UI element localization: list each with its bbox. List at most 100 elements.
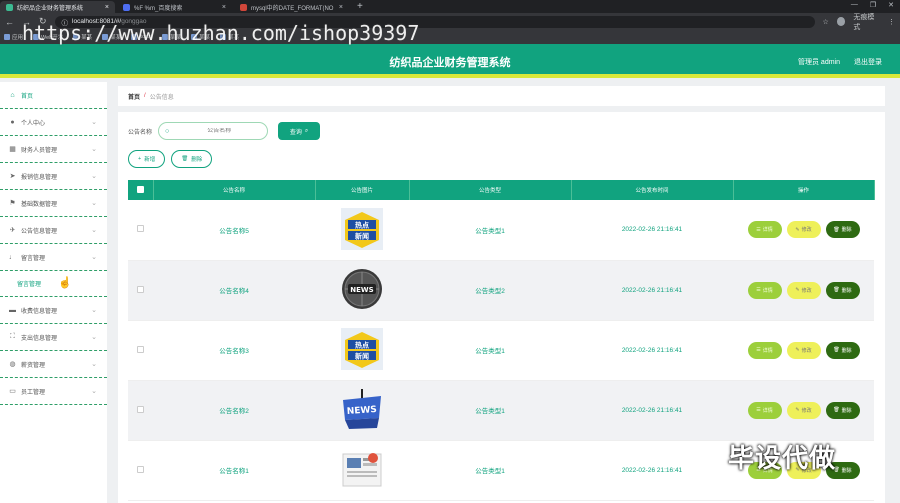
frame-icon: ⛶ [10, 333, 15, 340]
notice-thumbnail[interactable]: NEWS [339, 386, 385, 432]
sidebar-item[interactable]: ▬ 收费信息管理 ⌄ [0, 297, 107, 324]
notice-thumbnail[interactable]: 热点 新闻 [339, 326, 385, 372]
batch-delete-button[interactable]: 🗑 删除 [171, 150, 213, 168]
sidebar-item[interactable]: ⌂ 首页 [0, 82, 107, 109]
sidebar-item[interactable]: ♩ 留言管理 ⌄ [0, 244, 107, 271]
edit-button[interactable]: ✎ 修改 [786, 221, 821, 239]
logout-link[interactable]: 退出登录 [854, 57, 882, 67]
bookmark-folder-icon [4, 34, 10, 40]
sidebar-subitem-message[interactable]: 留言管理 [0, 271, 107, 297]
plane-icon: ✈ [9, 227, 16, 234]
forward-icon[interactable]: → [22, 17, 31, 27]
sidebar-item[interactable]: ● 个人中心 ⌄ [0, 109, 107, 136]
row-actions: ☰ 详情 ✎ 修改 🗑 删除 [733, 401, 874, 419]
notice-thumbnail[interactable]: NEWS [339, 266, 385, 312]
detail-button[interactable]: ☰ 详情 [747, 341, 782, 359]
bookmark-item[interactable]: 某某 [162, 33, 181, 41]
search-box: ○ [158, 122, 269, 140]
notice-thumbnail[interactable] [339, 446, 385, 492]
edit-button-label: 修改 [801, 407, 812, 414]
row-checkbox[interactable] [137, 405, 144, 413]
add-button-label: 新增 [144, 157, 156, 163]
table-row: 公告名称2 NEWS 公告类型1 2022-02-26 21:16:41 ☰ 详情 ✎ 修改 🗑… [128, 380, 874, 441]
trash-icon: 🗑 [833, 347, 840, 353]
detail-button[interactable]: ☰ 详情 [747, 401, 782, 419]
sidebar-item[interactable]: ▦ 财务人员管理 ⌄ [0, 136, 107, 163]
back-icon[interactable]: ← [5, 17, 14, 27]
notice-type-cell: 公告类型1 [409, 440, 571, 501]
star-icon[interactable]: ☆ [823, 18, 829, 26]
breadcrumb-home[interactable]: 首页 [128, 92, 140, 101]
delete-button[interactable]: 🗑 删除 [825, 281, 860, 299]
incognito-label[interactable]: 无痕模式 [853, 12, 880, 32]
column-header: 操作 [733, 180, 875, 200]
operations-cell: ☰ 详情 ✎ 修改 🗑 删除 [733, 380, 874, 441]
sidebar-item[interactable]: ➤ 报销信息管理 ⌄ [0, 163, 107, 190]
sidebar-item-label: 首页 [21, 93, 34, 100]
query-button[interactable]: 查询 ⌕ [278, 122, 321, 140]
breadcrumb-current: 公告信息 [149, 94, 174, 101]
delete-button[interactable]: 🗑 删除 [825, 221, 860, 239]
bookmark-item[interactable]: 某某 [73, 33, 92, 41]
bookmark-item[interactable]: Web开发 [33, 33, 63, 41]
plus-icon: + [138, 156, 142, 162]
bookmark-label: 某某 [170, 35, 182, 41]
detail-button[interactable]: ☰ 详情 [747, 221, 782, 239]
browser-toolbar-right: ☆ 无痕模式 ⋮ [823, 12, 895, 32]
bookmark-item[interactable]: 应用 [4, 33, 23, 41]
edit-button[interactable]: ✎ 修改 [786, 401, 821, 419]
bookmark-label: Web开发 [41, 35, 64, 41]
avatar[interactable] [836, 17, 846, 26]
row-checkbox[interactable] [137, 345, 144, 353]
new-tab-button[interactable]: + [351, 1, 369, 13]
row-checkbox[interactable] [137, 465, 144, 473]
sidebar-item[interactable]: ◍ 薪资管理 ⌄ [0, 351, 107, 378]
detail-button-label: 详情 [762, 287, 773, 294]
address-bar: ← → ↻ ⓘ localhost:8081/#/gonggao ☆ 无痕模式 … [0, 12, 900, 32]
chevron-down-icon: ⌄ [91, 361, 97, 368]
edit-button[interactable]: ✎ 修改 [786, 281, 821, 299]
reload-icon[interactable]: ↻ [39, 16, 47, 27]
bookmark-item[interactable]: 某某 [102, 33, 121, 41]
sidebar-item[interactable]: ✈ 公告信息管理 ⌄ [0, 217, 107, 244]
row-checkbox[interactable] [137, 225, 144, 233]
delete-button[interactable]: 🗑 删除 [825, 401, 860, 419]
checkbox-cell [128, 320, 153, 381]
browser-tab[interactable]: mysql中的DATE_FORMAT(NO × [234, 1, 349, 13]
search-input[interactable] [179, 128, 260, 134]
search-icon: ○ [165, 127, 170, 135]
edit-button[interactable]: ✎ 修改 [786, 341, 821, 359]
delete-button[interactable]: 🗑 删除 [825, 341, 860, 359]
url-field[interactable]: ⓘ localhost:8081/#/gonggao [54, 15, 815, 28]
sidebar-item[interactable]: ⚑ 基础数据管理 ⌄ [0, 190, 107, 217]
detail-button[interactable]: ☰ 详情 [747, 281, 782, 299]
select-all-checkbox[interactable] [136, 185, 144, 193]
tab-close-icon[interactable]: × [105, 4, 109, 11]
browser-tab[interactable]: 纺织品企业财务管理系统 × [0, 1, 115, 13]
notice-type-cell: 公告类型2 [409, 260, 571, 321]
sidebar-item-label: 薪资管理 [21, 362, 46, 369]
bookmark-item[interactable]: 某某 [191, 33, 210, 41]
row-actions: ☰ 详情 ✎ 修改 🗑 删除 [733, 281, 874, 299]
menu-icon[interactable]: ⋮ [888, 18, 895, 26]
delete-button-label: 删除 [841, 407, 852, 414]
browser-tab[interactable]: %F %m_百度搜索 × [117, 1, 232, 13]
minimize-icon[interactable]: — [851, 1, 858, 9]
maximize-icon[interactable]: ❐ [870, 1, 876, 9]
row-checkbox[interactable] [137, 285, 144, 293]
info-icon: ⓘ [61, 19, 69, 27]
sidebar: ⌂ 首页 ● 个人中心 ⌄ ▦ 财务人员管理 ⌄ ➤ 报销信息管理 ⌄ ⚑ 基础数据管理 ⌄ ✈ 公告信息管理… [0, 82, 107, 503]
bookmark-item[interactable]: 某某 [220, 33, 239, 41]
mic-icon: ♩ [9, 253, 16, 261]
sidebar-item[interactable]: ▭ 员工管理 ⌄ [0, 378, 107, 405]
bookmark-item[interactable]: itcast [131, 34, 152, 40]
add-button[interactable]: + 新增 [128, 150, 166, 168]
sidebar-item[interactable]: ⛶ 支出信息管理 ⌄ [0, 324, 107, 351]
tab-close-icon[interactable]: × [222, 4, 226, 11]
tab-close-icon[interactable]: × [339, 4, 343, 11]
notice-time-cell: 2022-02-26 21:16:41 [571, 380, 733, 441]
notice-thumbnail[interactable]: 热点 新闻 [339, 206, 385, 252]
detail-button-label: 详情 [762, 227, 773, 234]
close-window-icon[interactable]: ✕ [888, 1, 894, 9]
delete-button-label: 删除 [841, 227, 852, 234]
